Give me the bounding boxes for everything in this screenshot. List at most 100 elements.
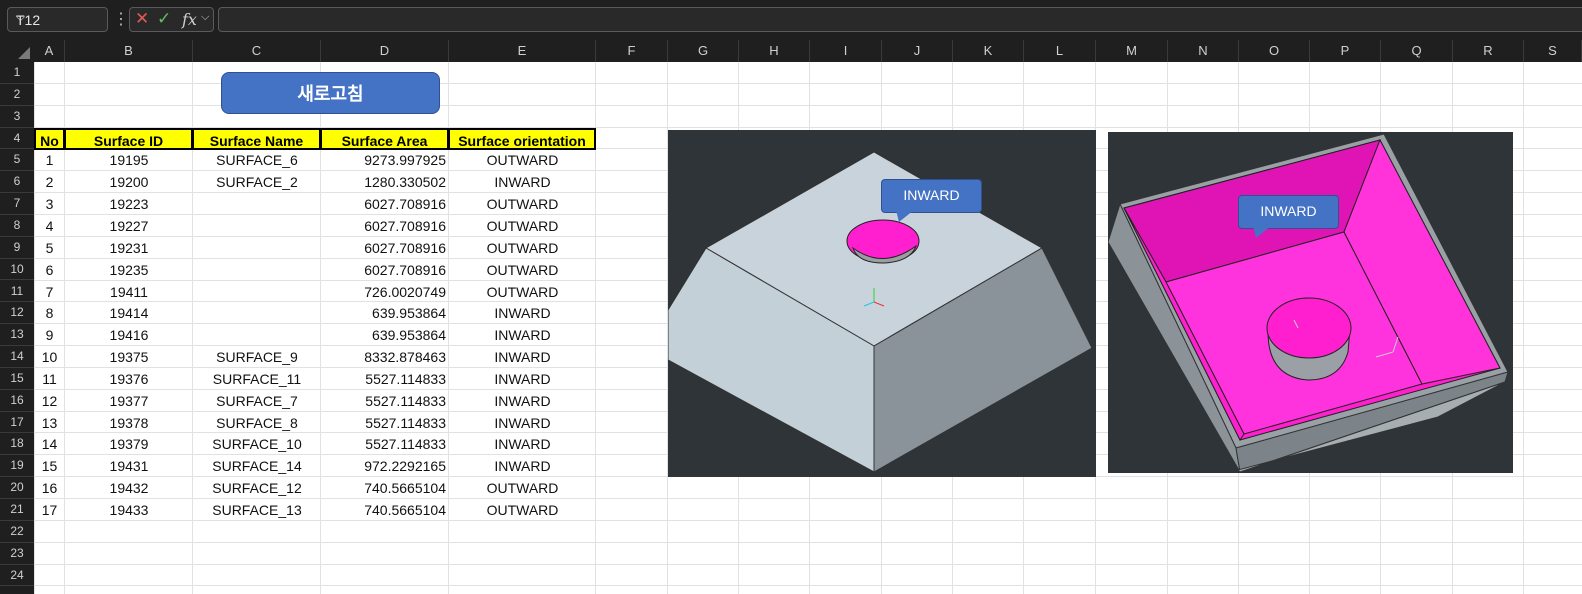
table-cell[interactable]: SURFACE_8 — [193, 412, 321, 434]
chevron-down-icon[interactable]: ⌵ — [16, 10, 101, 25]
table-cell[interactable] — [193, 259, 321, 281]
table-cell[interactable]: 639.953864 — [321, 302, 446, 324]
row-header[interactable]: 20 — [0, 477, 34, 499]
row-header[interactable]: 17 — [0, 411, 34, 434]
table-cell[interactable]: 6027.708916 — [321, 259, 446, 281]
table-cell[interactable]: 726.0020749 — [321, 281, 446, 303]
table-cell[interactable]: 6027.708916 — [321, 237, 446, 259]
row-header[interactable]: 14 — [0, 346, 34, 368]
refresh-button[interactable]: 새로고침 — [221, 72, 440, 114]
column-header[interactable]: P — [1310, 40, 1381, 62]
table-cell[interactable]: OUTWARD — [449, 215, 596, 237]
table-cell[interactable]: 639.953864 — [321, 324, 446, 346]
row-header[interactable]: 6 — [0, 171, 34, 194]
table-cell[interactable]: 19377 — [65, 390, 193, 412]
table-cell[interactable]: OUTWARD — [449, 499, 596, 521]
column-header[interactable]: R — [1453, 40, 1524, 62]
table-cell[interactable]: 5 — [34, 237, 65, 259]
table-cell[interactable]: 17 — [34, 499, 65, 521]
table-cell[interactable]: 5527.114833 — [321, 390, 446, 412]
row-header[interactable]: 21 — [0, 499, 34, 521]
table-cell[interactable]: 3 — [34, 193, 65, 215]
table-cell[interactable]: INWARD — [449, 455, 596, 477]
table-cell[interactable]: SURFACE_11 — [193, 368, 321, 390]
table-cell[interactable]: 4 — [34, 215, 65, 237]
table-cell[interactable]: SURFACE_14 — [193, 455, 321, 477]
row-header[interactable]: 22 — [0, 520, 34, 543]
table-cell[interactable]: INWARD — [449, 324, 596, 346]
row-header[interactable]: 1 — [0, 62, 34, 84]
table-cell[interactable]: SURFACE_12 — [193, 477, 321, 499]
column-header[interactable]: D — [321, 40, 449, 62]
column-header[interactable]: G — [668, 40, 739, 62]
table-cell[interactable]: 19231 — [65, 237, 193, 259]
row-header[interactable]: 11 — [0, 280, 34, 303]
column-header[interactable]: M — [1096, 40, 1168, 62]
table-cell[interactable]: SURFACE_2 — [193, 171, 321, 193]
row-header[interactable]: 2 — [0, 83, 34, 106]
table-cell[interactable]: 14 — [34, 433, 65, 455]
table-cell[interactable]: 16 — [34, 477, 65, 499]
table-cell[interactable]: 19379 — [65, 433, 193, 455]
row-header[interactable]: 3 — [0, 105, 34, 128]
table-cell[interactable]: OUTWARD — [449, 193, 596, 215]
table-cell[interactable]: 19416 — [65, 324, 193, 346]
row-header[interactable]: 24 — [0, 564, 34, 587]
column-header[interactable]: K — [953, 40, 1024, 62]
table-cell[interactable]: 740.5665104 — [321, 477, 446, 499]
table-cell[interactable]: INWARD — [449, 412, 596, 434]
table-cell[interactable]: 6027.708916 — [321, 193, 446, 215]
table-header-cell[interactable]: Surface Name — [192, 128, 321, 150]
column-header[interactable]: F — [596, 40, 668, 62]
table-cell[interactable]: 7 — [34, 281, 65, 303]
table-cell[interactable] — [193, 302, 321, 324]
row-header[interactable]: 13 — [0, 324, 34, 347]
row-header[interactable]: 23 — [0, 542, 34, 565]
table-cell[interactable]: SURFACE_6 — [193, 149, 321, 171]
table-header-cell[interactable]: No — [34, 128, 65, 150]
table-cell[interactable]: SURFACE_13 — [193, 499, 321, 521]
table-cell[interactable] — [193, 324, 321, 346]
table-cell[interactable]: 5527.114833 — [321, 412, 446, 434]
select-all-button[interactable] — [0, 40, 34, 62]
table-cell[interactable] — [193, 193, 321, 215]
column-header[interactable]: B — [65, 40, 193, 62]
table-cell[interactable]: 6 — [34, 259, 65, 281]
row-header[interactable]: 10 — [0, 258, 34, 281]
column-header[interactable]: H — [739, 40, 810, 62]
table-cell[interactable]: OUTWARD — [449, 259, 596, 281]
more-options-icon[interactable]: ⋮ — [113, 9, 129, 29]
table-cell[interactable]: 8 — [34, 302, 65, 324]
fx-icon[interactable]: fx — [182, 10, 197, 29]
table-cell[interactable] — [193, 281, 321, 303]
table-cell[interactable]: 12 — [34, 390, 65, 412]
table-header-cell[interactable]: Surface ID — [64, 128, 193, 150]
table-header-cell[interactable]: Surface orientation — [448, 128, 596, 150]
column-header[interactable]: S — [1524, 40, 1582, 62]
table-header-cell[interactable]: Surface Area — [320, 128, 449, 150]
table-cell[interactable]: 2 — [34, 171, 65, 193]
table-cell[interactable]: 740.5665104 — [321, 499, 446, 521]
row-header[interactable]: 12 — [0, 302, 34, 325]
table-cell[interactable]: 11 — [34, 368, 65, 390]
row-header[interactable]: 5 — [0, 149, 34, 172]
row-header[interactable]: 16 — [0, 389, 34, 412]
table-cell[interactable]: 19431 — [65, 455, 193, 477]
table-cell[interactable]: 19200 — [65, 171, 193, 193]
table-cell[interactable]: 5527.114833 — [321, 368, 446, 390]
table-cell[interactable]: SURFACE_10 — [193, 433, 321, 455]
column-header[interactable]: O — [1239, 40, 1310, 62]
table-cell[interactable]: INWARD — [449, 433, 596, 455]
table-cell[interactable]: OUTWARD — [449, 477, 596, 499]
table-cell[interactable]: INWARD — [449, 368, 596, 390]
table-cell[interactable]: OUTWARD — [449, 149, 596, 171]
table-cell[interactable]: OUTWARD — [449, 237, 596, 259]
table-cell[interactable]: 19223 — [65, 193, 193, 215]
table-cell[interactable]: SURFACE_7 — [193, 390, 321, 412]
column-header[interactable]: Q — [1381, 40, 1453, 62]
model-image-inward[interactable]: INWARD — [1108, 132, 1513, 473]
table-cell[interactable]: 19376 — [65, 368, 193, 390]
table-cell[interactable]: 19378 — [65, 412, 193, 434]
column-header[interactable]: J — [882, 40, 953, 62]
table-cell[interactable]: INWARD — [449, 302, 596, 324]
